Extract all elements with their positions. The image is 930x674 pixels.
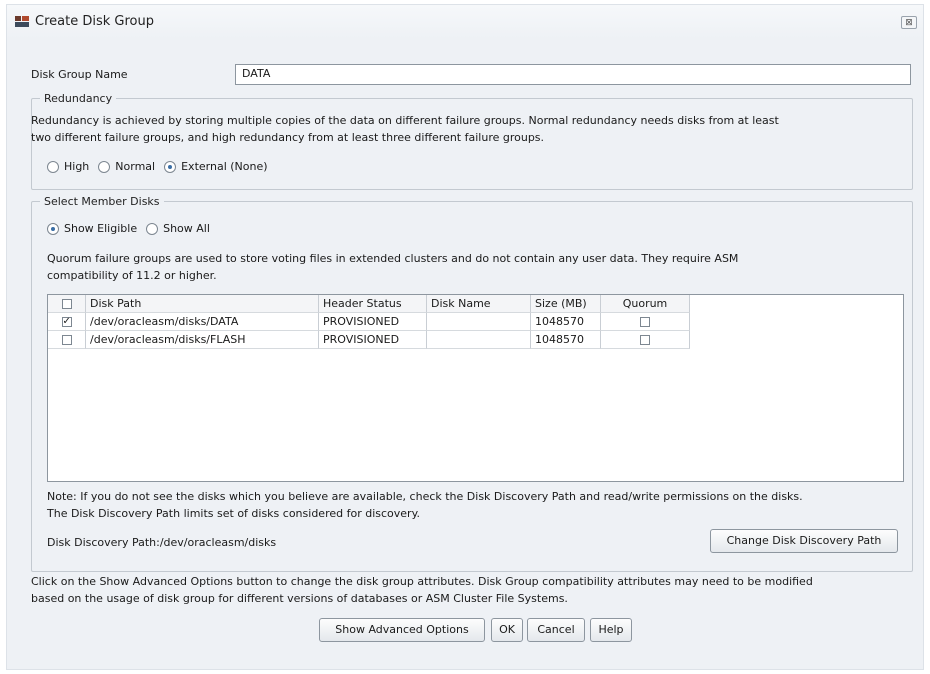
show-advanced-options-button[interactable]: Show Advanced Options — [319, 618, 485, 642]
select-all-checkbox[interactable] — [61, 299, 72, 309]
size-cell: 1048570 — [531, 331, 601, 349]
quorum-checkbox[interactable] — [640, 335, 650, 345]
row-select-checkbox[interactable] — [61, 335, 72, 345]
select-all-header[interactable] — [48, 295, 86, 313]
advanced-options-info-line: based on the usage of disk group for dif… — [31, 592, 568, 605]
radio-external[interactable] — [164, 160, 177, 173]
quorum-note: Quorum failure groups are used to store … — [47, 250, 738, 284]
disk-name-cell[interactable] — [427, 331, 531, 349]
member-disks-legend: Select Member Disks — [44, 195, 160, 208]
radio-high[interactable] — [47, 160, 59, 173]
size-cell: 1048570 — [531, 313, 601, 331]
column-header-quorum[interactable]: Quorum — [601, 295, 690, 313]
disk-path-cell: /dev/oracleasm/disks/FLASH — [86, 331, 319, 349]
disk-name-cell[interactable] — [427, 313, 531, 331]
title-bar: Create Disk Group ⊠ — [7, 5, 923, 39]
header-status-cell: PROVISIONED — [319, 331, 427, 349]
redundancy-legend: Redundancy — [44, 92, 113, 105]
member-disks-table[interactable]: Disk Path Header Status Disk Name Size (… — [47, 294, 904, 482]
disk-group-app-icon — [15, 16, 29, 27]
close-icon[interactable]: ⊠ — [901, 16, 917, 29]
discovery-note: Note: If you do not see the disks which … — [47, 488, 803, 522]
disk-discovery-path: Disk Discovery Path:/dev/oracleasm/disks — [47, 536, 277, 549]
redundancy-description-line: two different failure groups, and high r… — [31, 131, 545, 144]
discovery-note-line: The Disk Discovery Path limits set of di… — [47, 507, 421, 520]
table-row[interactable]: /dev/oracleasm/disks/FLASH PROVISIONED 1… — [48, 331, 690, 349]
quorum-cell[interactable] — [601, 313, 690, 331]
discovery-note-line: Note: If you do not see the disks which … — [47, 490, 803, 503]
radio-show-all[interactable] — [146, 222, 159, 235]
quorum-note-line: Quorum failure groups are used to store … — [47, 252, 739, 265]
advanced-options-info-line: Click on the Show Advanced Options butto… — [31, 575, 813, 588]
radio-show-eligible[interactable] — [47, 222, 59, 235]
radio-high-label[interactable]: High — [64, 160, 89, 173]
quorum-cell[interactable] — [601, 331, 690, 349]
radio-show-all-label[interactable]: Show All — [163, 222, 210, 235]
help-button[interactable]: Help — [590, 618, 632, 642]
ok-button[interactable]: OK — [491, 618, 523, 642]
row-select-cell[interactable] — [48, 331, 86, 349]
row-select-checkbox[interactable] — [61, 314, 72, 330]
change-discovery-path-button[interactable]: Change Disk Discovery Path — [710, 529, 898, 553]
radio-show-eligible-label[interactable]: Show Eligible — [64, 222, 137, 235]
row-select-cell[interactable] — [48, 313, 86, 331]
dialog-title: Create Disk Group — [35, 14, 154, 29]
column-header-disk-path[interactable]: Disk Path — [86, 295, 319, 313]
redundancy-options: High Normal External (None) — [47, 160, 274, 173]
redundancy-description: Redundancy is achieved by storing multip… — [31, 112, 779, 146]
column-header-header-status[interactable]: Header Status — [319, 295, 427, 313]
table-row[interactable]: /dev/oracleasm/disks/DATA PROVISIONED 10… — [48, 313, 690, 331]
disk-group-name-label: Disk Group Name — [31, 68, 128, 81]
disk-path-cell: /dev/oracleasm/disks/DATA — [86, 313, 319, 331]
cancel-button[interactable]: Cancel — [527, 618, 585, 642]
create-disk-group-dialog: Create Disk Group ⊠ Disk Group Name DATA… — [6, 4, 924, 670]
radio-external-label[interactable]: External (None) — [181, 160, 267, 173]
disk-group-name-field[interactable]: DATA — [235, 64, 911, 85]
column-header-disk-name[interactable]: Disk Name — [427, 295, 531, 313]
column-header-size[interactable]: Size (MB) — [531, 295, 601, 313]
disk-filter-options: Show Eligible Show All — [47, 222, 216, 235]
table-header-row: Disk Path Header Status Disk Name Size (… — [48, 295, 690, 313]
advanced-options-info: Click on the Show Advanced Options butto… — [31, 573, 813, 607]
quorum-checkbox[interactable] — [640, 317, 650, 327]
redundancy-description-line: Redundancy is achieved by storing multip… — [31, 114, 779, 127]
radio-normal-label[interactable]: Normal — [115, 160, 155, 173]
header-status-cell: PROVISIONED — [319, 313, 427, 331]
quorum-note-line: compatibility of 11.2 or higher. — [47, 269, 217, 282]
radio-normal[interactable] — [98, 160, 111, 173]
